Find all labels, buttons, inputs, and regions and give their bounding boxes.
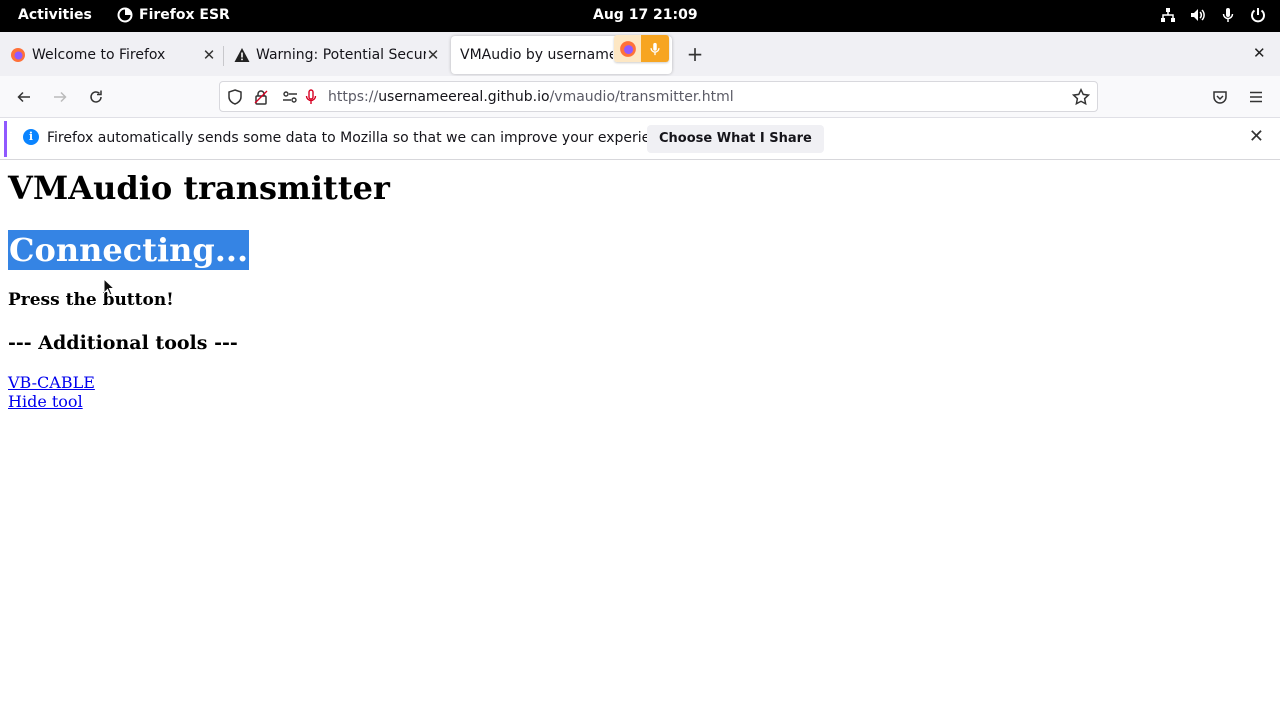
lock-icon[interactable]	[253, 89, 269, 105]
forward-button[interactable]	[50, 87, 70, 107]
power-icon	[1251, 8, 1265, 23]
vb-cable-link[interactable]: VB-CABLE	[8, 373, 390, 392]
data-reporting-notification: i Firefox automatically sends some data …	[4, 121, 1280, 157]
url-scheme: https://	[328, 89, 379, 105]
close-tab-icon[interactable]: ✕	[200, 46, 218, 64]
back-button[interactable]	[14, 87, 34, 107]
choose-what-i-share-button[interactable]: Choose What I Share	[647, 125, 824, 153]
network-icon	[1161, 8, 1175, 22]
microphone-permission-icon[interactable]	[303, 89, 319, 105]
reload-icon	[90, 90, 102, 103]
page-content: VMAudio transmitter Connecting... Press …	[8, 168, 390, 411]
system-top-bar: Activities Firefox ESR Aug 17 21:09	[0, 0, 1280, 32]
new-tab-button[interactable]: +	[684, 43, 706, 65]
permissions-icon[interactable]	[282, 89, 298, 105]
info-icon: i	[23, 129, 39, 145]
microphone-sharing-icon	[641, 35, 669, 62]
app-menu[interactable]: Firefox ESR	[117, 7, 230, 23]
tab-welcome[interactable]: Welcome to Firefox ✕	[0, 36, 222, 74]
close-notification-icon[interactable]: ✕	[1249, 126, 1264, 147]
firefox-icon	[11, 48, 25, 62]
tracking-protection-shield-icon[interactable]	[227, 89, 243, 105]
activities-button[interactable]: Activities	[18, 7, 92, 23]
bookmark-star-icon[interactable]	[1072, 88, 1090, 106]
menu-button[interactable]	[1246, 87, 1266, 107]
url-text: https://usernameereal.github.io/vmaudio/…	[328, 89, 734, 105]
forward-arrow-icon	[54, 91, 67, 103]
volume-icon	[1191, 9, 1205, 21]
microphone-icon	[1222, 8, 1234, 22]
sharing-indicator[interactable]	[614, 35, 669, 62]
close-tab-icon[interactable]: ✕	[424, 46, 442, 64]
clock[interactable]: Aug 17 21:09	[593, 7, 698, 23]
mouse-cursor-icon	[103, 278, 115, 296]
instruction-text: Press the button!	[8, 290, 174, 310]
firefox-sharing-icon	[614, 35, 641, 62]
tab-title: Warning: Potential Securi	[256, 47, 426, 63]
tools-heading: --- Additional tools ---	[8, 332, 238, 354]
tab-warning[interactable]: Warning: Potential Securi ✕	[224, 36, 446, 74]
tab-title: VMAudio by usernamee	[460, 47, 613, 63]
content-divider	[0, 159, 1280, 160]
system-menu[interactable]	[1160, 7, 1266, 23]
tools-links: VB-CABLE Hide tool	[8, 373, 390, 411]
tab-title: Welcome to Firefox	[32, 47, 166, 63]
warning-icon	[234, 48, 250, 62]
app-name: Firefox ESR	[139, 7, 230, 23]
url-path: /vmaudio/transmitter.html	[549, 89, 734, 105]
reload-button[interactable]	[86, 87, 106, 107]
pocket-button[interactable]	[1210, 87, 1230, 107]
navigation-toolbar: https://usernameereal.github.io/vmaudio/…	[0, 76, 1280, 118]
connection-status: Connecting...	[8, 230, 250, 270]
hamburger-menu-icon	[1250, 91, 1262, 103]
page-title: VMAudio transmitter	[8, 169, 390, 207]
url-host: usernameereal.github.io	[378, 89, 550, 105]
url-bar[interactable]: https://usernameereal.github.io/vmaudio/…	[219, 81, 1098, 112]
window-close-icon[interactable]: ✕	[1253, 44, 1266, 62]
pocket-icon	[1213, 91, 1227, 104]
hide-tool-link[interactable]: Hide tool	[8, 392, 390, 411]
notification-message: Firefox automatically sends some data to…	[47, 130, 680, 146]
back-arrow-icon	[17, 91, 30, 103]
firefox-app-icon	[117, 7, 133, 23]
